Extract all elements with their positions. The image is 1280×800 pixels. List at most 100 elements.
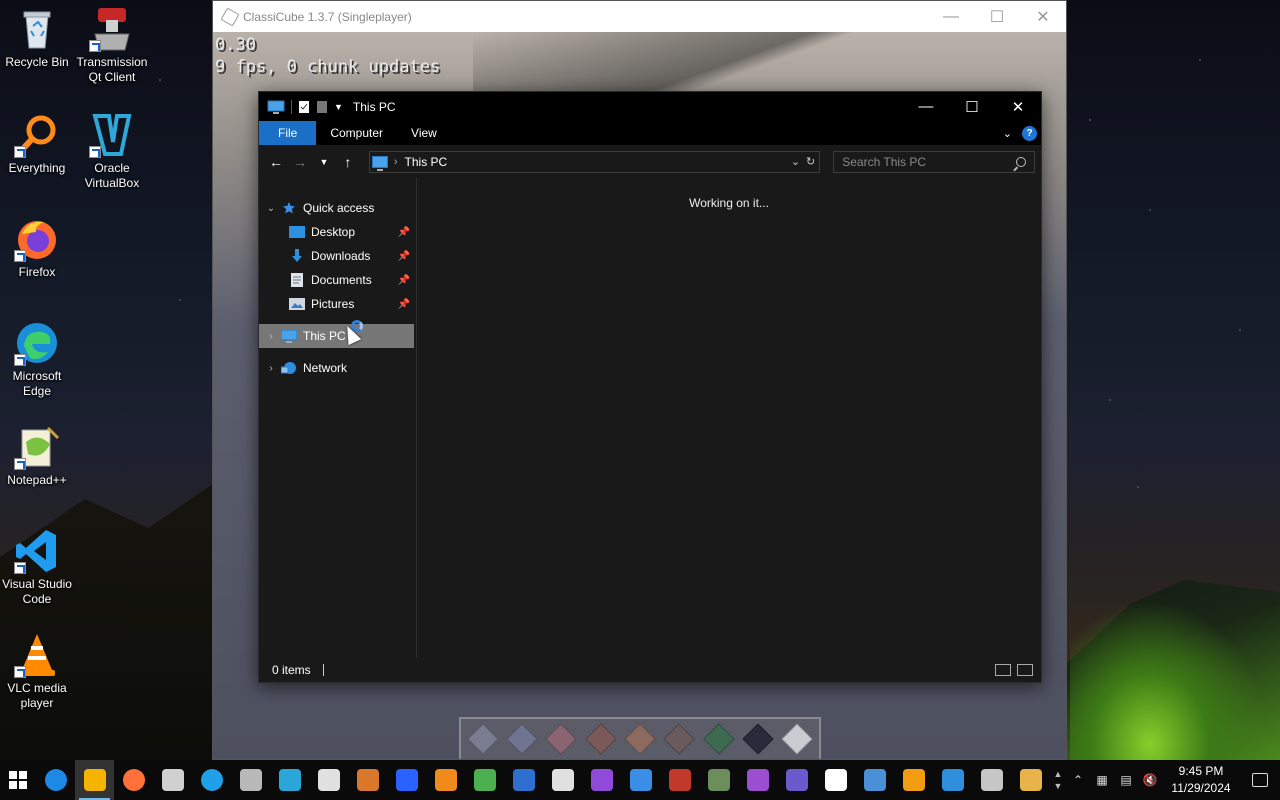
tab-computer[interactable]: Computer [316,121,397,145]
taskbar-app-button[interactable] [855,760,894,800]
taskbar-app-button[interactable] [738,760,777,800]
nav-this-pc[interactable]: › This PC [259,324,414,348]
pin-icon[interactable]: 📌 [398,227,410,238]
taskbar-app-button[interactable] [114,760,153,800]
taskbar-app-button[interactable] [270,760,309,800]
pin-icon[interactable]: 📌 [398,299,410,310]
taskbar-app-button[interactable] [972,760,1011,800]
taskbar-app-button[interactable] [1011,760,1050,800]
desktop-icon-everything[interactable]: Everything [0,112,74,176]
desktop-icon-transmission[interactable]: Transmission Qt Client [75,6,149,85]
new-folder-icon[interactable] [316,100,328,114]
chevron-right-icon[interactable]: › [261,363,281,374]
navigation-pane[interactable]: ⌄ Quick access Desktop 📌 Downloads 📌 Doc… [259,178,417,658]
taskbar-app-button[interactable] [153,760,192,800]
classicube-titlebar[interactable]: ClassiCube 1.3.7 (Singleplayer) — ☐ ✕ [213,1,1066,32]
taskbar-app-button[interactable] [387,760,426,800]
pin-icon[interactable]: 📌 [398,251,410,262]
close-icon[interactable]: ✕ [995,92,1041,121]
hotbar-slot[interactable] [661,722,698,756]
pin-icon[interactable]: 📌 [398,275,410,286]
taskbar-app-button[interactable] [348,760,387,800]
taskbar-app-button[interactable] [309,760,348,800]
taskbar-app-button[interactable] [816,760,855,800]
file-explorer-window[interactable]: ▼ This PC — ☐ ✕ File Computer View ⌄ ? ←… [258,91,1042,683]
taskbar-app-button[interactable] [426,760,465,800]
taskbar-app-button[interactable] [621,760,660,800]
customize-quick-access-icon[interactable]: ▼ [334,102,343,112]
taskbar-app-button[interactable] [894,760,933,800]
hotbar-slot[interactable] [543,722,580,756]
taskbar-app-button[interactable] [75,760,114,800]
up-arrow-icon[interactable]: ↑ [337,151,359,173]
app-tray-icon[interactable]: ▦ [1090,773,1114,787]
notifications-button[interactable] [1240,773,1280,787]
forward-arrow-icon[interactable]: → [289,151,311,173]
chevron-right-icon[interactable]: › [261,331,281,342]
desktop-icon-vscode[interactable]: Visual Studio Code [0,528,74,607]
tab-file[interactable]: File [259,121,317,145]
close-icon[interactable]: ✕ [1020,1,1066,32]
taskbar-app-button[interactable] [465,760,504,800]
taskbar-app-button[interactable] [933,760,972,800]
hotbar-slot[interactable] [779,722,816,756]
expand-ribbon-icon[interactable]: ⌄ [1003,127,1012,140]
taskbar-app-button[interactable] [504,760,543,800]
recent-locations-icon[interactable]: ▼ [313,151,335,173]
nav-desktop[interactable]: Desktop 📌 [259,220,416,244]
hotbar-slot[interactable] [621,722,658,756]
address-bar[interactable]: › This PC ⌄ ↻ [368,150,821,173]
search-input[interactable]: Search This PC [833,150,1035,173]
refresh-icon[interactable]: ↻ [806,155,815,168]
tab-view[interactable]: View [397,121,451,145]
large-icons-view-icon[interactable] [1017,664,1033,676]
desktop-icon-vlc[interactable]: VLC media player [0,632,74,711]
search-icon [1016,156,1026,167]
taskbar-scroll[interactable]: ▲ ▼ [1050,768,1066,792]
maximize-icon[interactable]: ☐ [949,92,995,121]
chevron-down-icon[interactable]: ⌄ [261,203,281,214]
desktop-icon-virtualbox[interactable]: Oracle VirtualBox [75,112,149,191]
nav-quick-access[interactable]: ⌄ Quick access [259,196,416,220]
hotbar-slot[interactable] [464,722,501,756]
start-button[interactable] [0,760,36,800]
breadcrumb-this-pc[interactable]: This PC [405,155,448,169]
desktop-icon-edge[interactable]: Microsoft Edge [0,320,74,399]
minimize-icon[interactable]: — [903,92,949,121]
taskbar-app-button[interactable] [660,760,699,800]
clock[interactable]: 9:45 PM 11/29/2024 [1162,763,1240,797]
taskbar-app-button[interactable] [231,760,270,800]
hotbar-slot[interactable] [739,722,776,756]
hotbar[interactable] [459,717,821,759]
nav-network[interactable]: › Network [259,356,416,380]
nav-documents[interactable]: Documents 📌 [259,268,416,292]
details-view-icon[interactable] [995,664,1011,676]
hotbar-slot[interactable] [582,722,619,756]
desktop-icon-recycle-bin[interactable]: Recycle Bin [0,6,74,70]
network-tray-icon[interactable]: ▤ [1114,773,1138,787]
maximize-icon[interactable]: ☐ [974,1,1020,32]
clock-date: 11/29/2024 [1171,781,1231,795]
minimize-icon[interactable]: — [928,1,974,32]
nav-pictures[interactable]: Pictures 📌 [259,292,416,316]
taskbar-app-button[interactable] [543,760,582,800]
taskbar-app-button[interactable] [36,760,75,800]
taskbar-app-button[interactable] [582,760,621,800]
content-area[interactable]: Working on it... [417,178,1041,658]
explorer-titlebar[interactable]: ▼ This PC — ☐ ✕ [259,92,1041,121]
nav-downloads[interactable]: Downloads 📌 [259,244,416,268]
taskbar-app-button[interactable] [777,760,816,800]
taskbar-app-button[interactable] [699,760,738,800]
hotbar-slot[interactable] [503,722,540,756]
hotbar-slot[interactable] [700,722,737,756]
properties-icon[interactable] [298,100,310,114]
taskbar-app-button[interactable] [192,760,231,800]
chevron-up-icon[interactable]: ⌃ [1066,773,1090,787]
breadcrumb-chevron-icon[interactable]: › [394,156,398,168]
desktop-icon-notepadpp[interactable]: Notepad++ [0,424,74,488]
desktop-icon-firefox[interactable]: Firefox [0,216,74,280]
back-arrow-icon[interactable]: ← [265,151,287,173]
volume-muted-icon[interactable]: 🔇 [1138,773,1162,787]
help-icon[interactable]: ? [1022,125,1037,141]
address-dropdown-icon[interactable]: ⌄ [791,155,800,168]
